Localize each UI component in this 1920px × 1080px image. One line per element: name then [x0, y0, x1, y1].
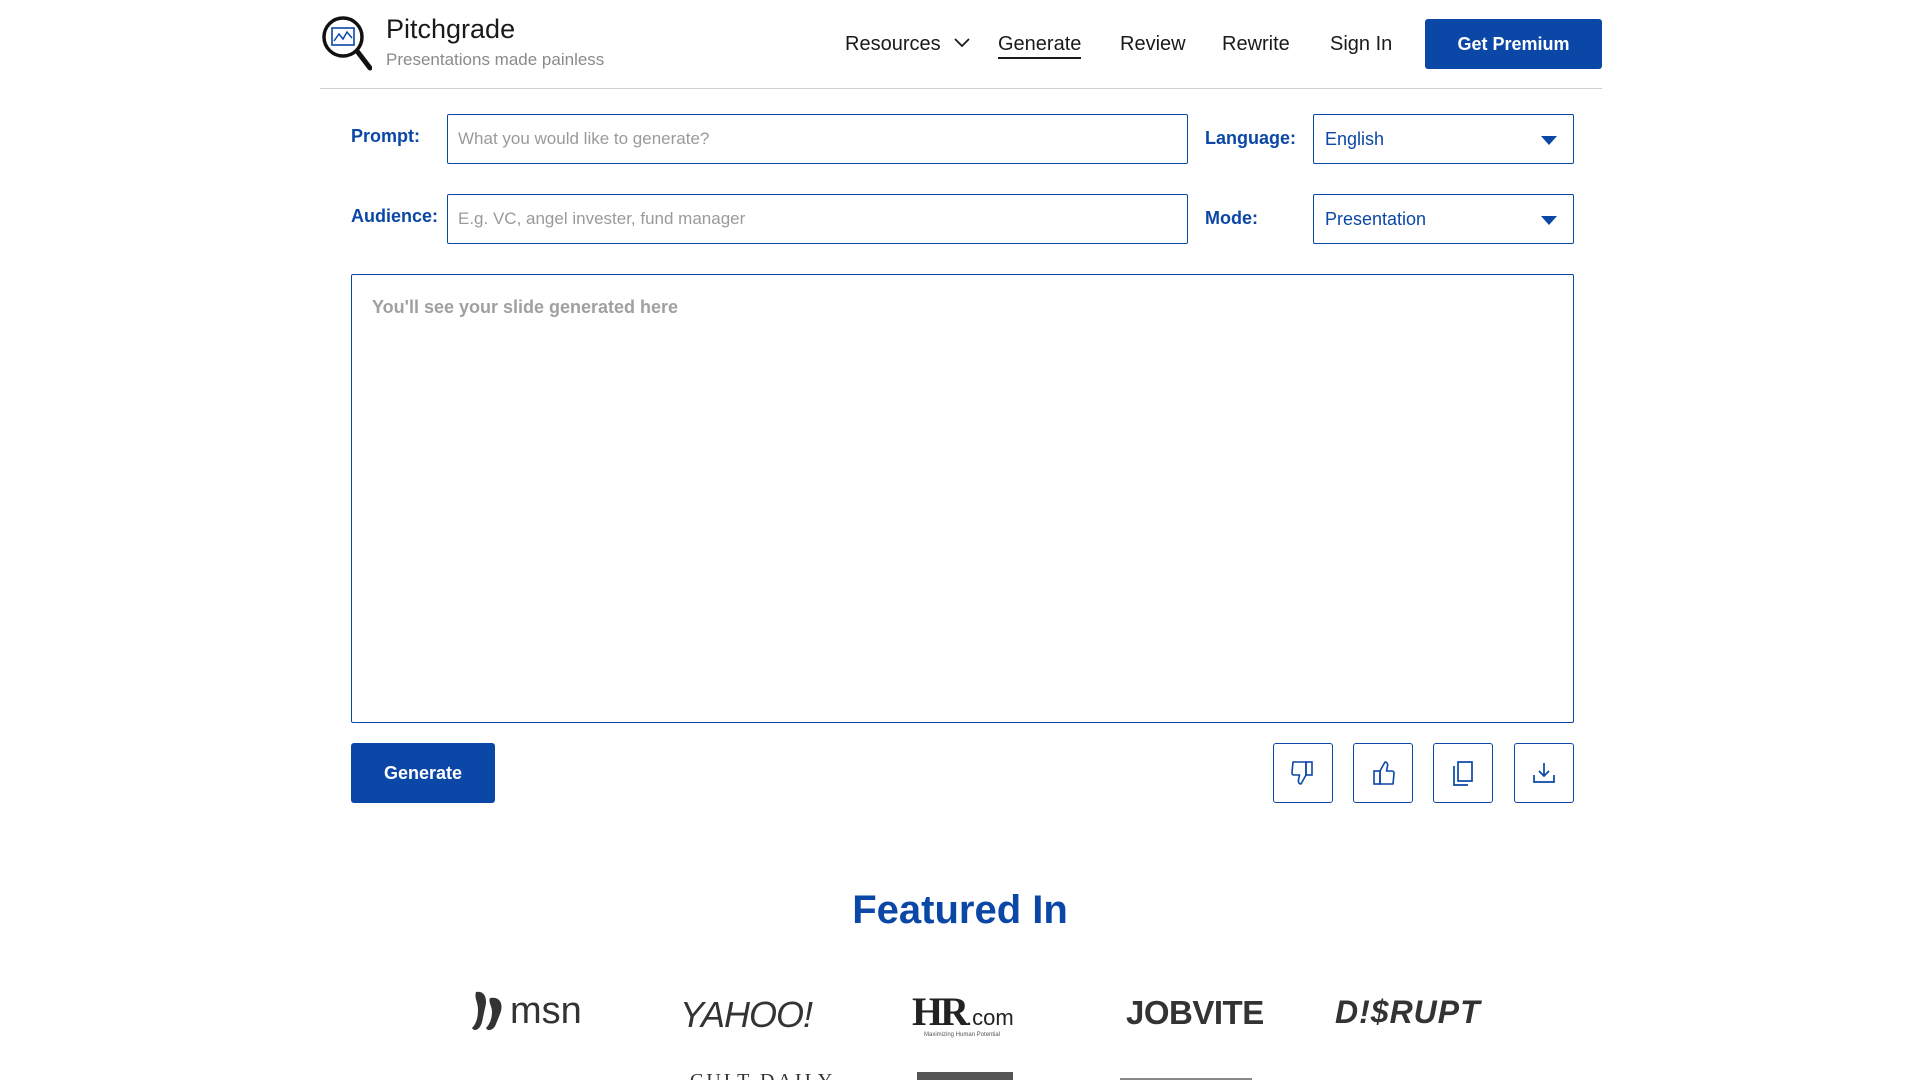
site-header: Pitchgrade Presentations made painless R… [320, 0, 1602, 89]
nav-generate[interactable]: Generate [998, 33, 1082, 59]
get-premium-button[interactable]: Get Premium [1425, 19, 1602, 69]
language-select[interactable]: English [1313, 114, 1574, 164]
nav-resources[interactable]: Resources [845, 33, 970, 56]
mode-select[interactable]: Presentation [1313, 194, 1574, 244]
hr-logo-tagline: Maximizing Human Potential [924, 1032, 1001, 1038]
magnifier-chart-logo-icon[interactable] [320, 14, 372, 72]
brand-tagline: Presentations made painless [386, 50, 605, 69]
yahoo-logo: YAHOO! [680, 994, 813, 1035]
caret-down-icon [1541, 136, 1557, 145]
copy-button[interactable] [1433, 743, 1493, 803]
shrm-logo [917, 1072, 1013, 1080]
audience-input[interactable] [447, 194, 1188, 244]
caret-down-icon [1541, 216, 1557, 225]
copy-icon [1453, 761, 1473, 786]
generate-button[interactable]: Generate [351, 743, 495, 803]
nav-review[interactable]: Review [1120, 33, 1186, 56]
thumbs-up-icon [1373, 761, 1395, 785]
disrupt-logo: D!$RUPT [1335, 994, 1481, 1030]
download-button[interactable] [1514, 743, 1574, 803]
nav-resources-label: Resources [845, 33, 941, 55]
mode-select-value: Presentation [1325, 209, 1427, 229]
prompt-input[interactable] [447, 114, 1188, 164]
featured-in-title: Featured In [852, 888, 1068, 932]
brand-name[interactable]: Pitchgrade [386, 14, 515, 45]
hr-logo-suffix: .com [966, 1005, 1014, 1030]
cult-daily-logo: CULT DAILY [690, 1070, 835, 1080]
prompt-label: Prompt: [351, 126, 420, 146]
nav-sign-in[interactable]: Sign In [1330, 33, 1392, 56]
thumbs-up-button[interactable] [1353, 743, 1413, 803]
chevron-down-icon [954, 38, 970, 48]
slide-output-area[interactable]: You'll see your slide generated here [351, 274, 1574, 723]
audience-label: Audience: [351, 206, 439, 226]
mode-label: Mode: [1205, 208, 1258, 228]
language-label: Language: [1205, 128, 1297, 148]
msn-butterfly-icon [472, 991, 502, 1031]
hr-logo-main: HR [912, 989, 969, 1034]
thumbs-down-icon [1291, 761, 1313, 785]
hr-com-logo: HR.com Maximizing Human Potential [912, 988, 1014, 1038]
language-select-value: English [1325, 129, 1385, 149]
jobvite-logo: JOBVITE [1126, 994, 1264, 1031]
msn-logo-text: msn [510, 990, 582, 1032]
thumbs-down-button[interactable] [1273, 743, 1333, 803]
output-placeholder: You'll see your slide generated here [372, 297, 679, 317]
nav-rewrite[interactable]: Rewrite [1222, 33, 1290, 56]
download-icon [1533, 763, 1555, 783]
